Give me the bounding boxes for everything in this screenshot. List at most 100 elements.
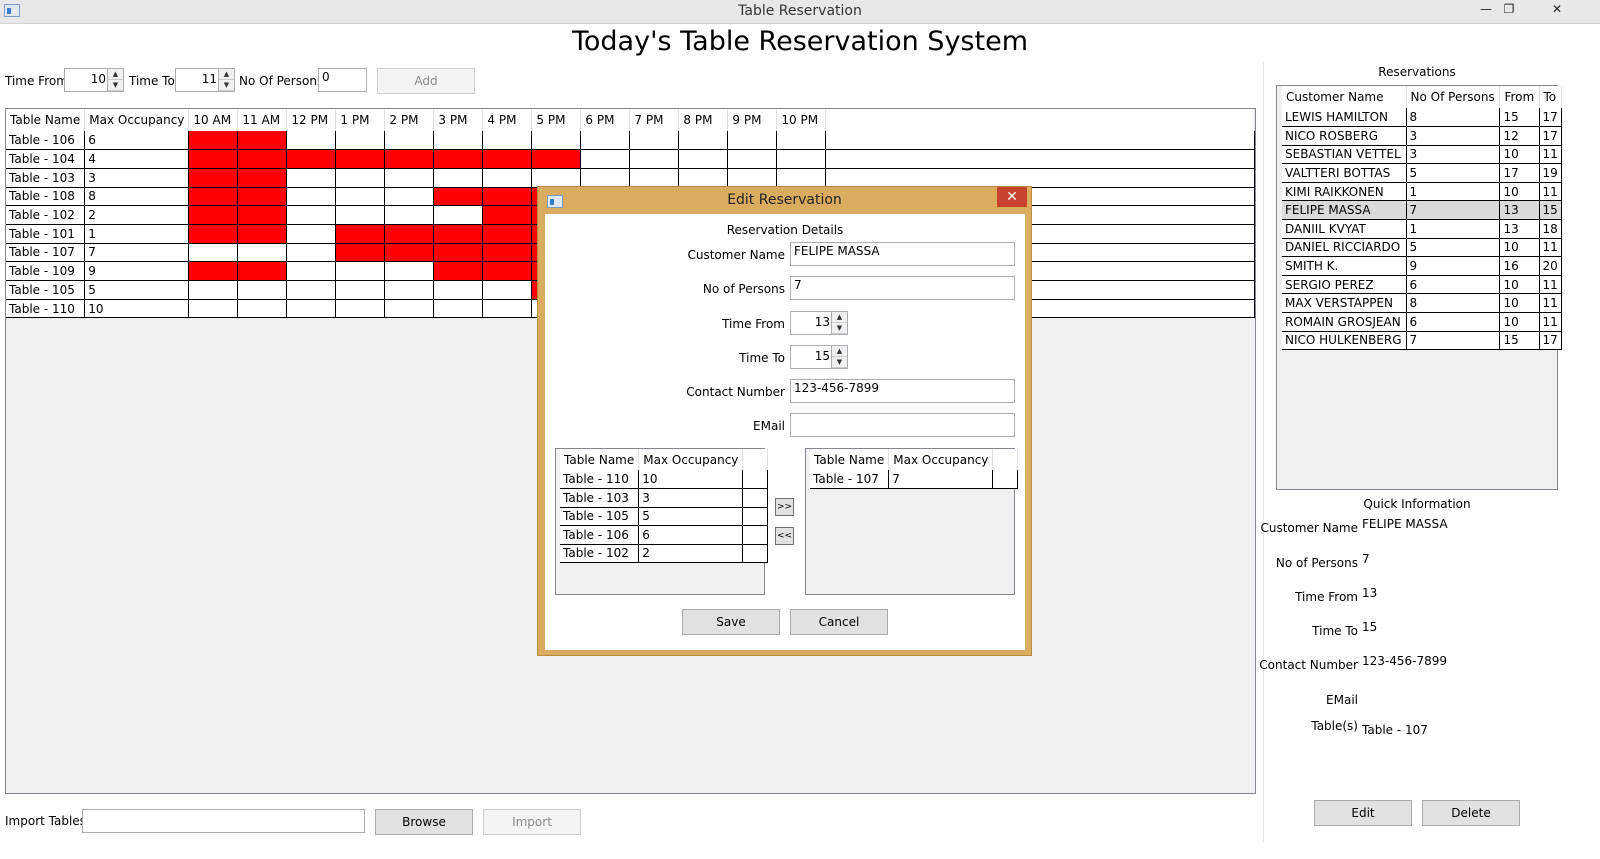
available-tables-grid[interactable]: Table Name Max Occupancy Table - 110 10 Tab… <box>555 448 768 595</box>
reservation-from-cell[interactable]: 10 <box>1499 238 1540 258</box>
reservation-row[interactable]: VALTTERI BOTTAS 5 17 19 <box>1282 163 1563 183</box>
occupancy-cell[interactable]: 2 <box>638 544 744 563</box>
list-item[interactable]: Table - 107 7 <box>810 470 1018 489</box>
list-item[interactable]: Table - 105 5 <box>560 507 768 526</box>
spin-up-icon[interactable]: ▲ <box>108 69 123 80</box>
reservation-to-cell[interactable]: 17 <box>1539 126 1563 146</box>
free-slot-cell[interactable] <box>335 131 386 151</box>
edit-button[interactable]: Edit <box>1314 800 1412 826</box>
reservation-row[interactable]: SEBASTIAN VETTEL 3 10 11 <box>1282 145 1563 165</box>
list-item[interactable]: Table - 110 10 <box>560 470 768 489</box>
reservation-to-cell[interactable]: 19 <box>1539 163 1563 183</box>
reservation-from-cell[interactable]: 15 <box>1499 331 1540 351</box>
free-slot-cell[interactable] <box>776 168 827 188</box>
reservation-name-cell[interactable]: DANIEL RICCIARDO <box>1282 238 1407 258</box>
column-header[interactable]: Max Occupancy <box>888 449 994 470</box>
reservation-persons-cell[interactable]: 7 <box>1406 200 1501 221</box>
reservation-name-cell[interactable]: ROMAIN GROSJEAN <box>1282 312 1407 332</box>
column-header[interactable]: 5 PM <box>531 109 582 131</box>
free-slot-cell[interactable] <box>384 187 435 207</box>
reservation-row[interactable]: DANIEL RICCIARDO 5 10 11 <box>1282 238 1563 258</box>
free-slot-cell[interactable] <box>580 168 631 188</box>
reservation-persons-cell[interactable]: 9 <box>1406 256 1501 276</box>
reserved-slot-cell[interactable] <box>482 187 533 207</box>
column-header[interactable]: 8 PM <box>678 109 729 131</box>
column-header[interactable]: From <box>1499 86 1540 108</box>
time-from-stepper[interactable]: 10 ▲ ▼ <box>64 68 124 92</box>
column-header[interactable]: Max Occupancy <box>638 449 744 470</box>
reserved-slot-cell[interactable] <box>188 261 239 281</box>
table-name-cell[interactable]: Table - 102 <box>560 544 640 563</box>
free-slot-cell[interactable] <box>286 224 337 244</box>
reserved-slot-cell[interactable] <box>433 261 484 281</box>
reserved-slot-cell[interactable] <box>482 149 533 169</box>
reservation-to-cell[interactable]: 11 <box>1539 275 1563 295</box>
free-slot-cell[interactable] <box>384 168 435 188</box>
reservation-to-cell[interactable]: 11 <box>1539 238 1563 258</box>
free-slot-cell[interactable] <box>678 149 729 169</box>
free-slot-cell[interactable] <box>335 261 386 281</box>
free-slot-cell[interactable] <box>335 299 386 319</box>
reservation-row[interactable]: SMITH K. 9 16 20 <box>1282 256 1563 276</box>
spin-down-icon[interactable]: ▼ <box>832 323 847 334</box>
free-slot-cell[interactable] <box>531 131 582 151</box>
occupancy-cell[interactable]: 5 <box>84 280 190 300</box>
free-slot-cell[interactable] <box>727 131 778 151</box>
column-header[interactable]: 11 AM <box>237 109 288 131</box>
free-slot-cell[interactable] <box>433 280 484 300</box>
reservation-name-cell[interactable]: KIMI RAIKKONEN <box>1282 182 1407 202</box>
reservation-from-cell[interactable]: 16 <box>1499 256 1540 276</box>
occupancy-cell[interactable]: 10 <box>638 470 744 489</box>
reservation-row[interactable]: MAX VERSTAPPEN 8 10 11 <box>1282 293 1563 314</box>
free-slot-cell[interactable] <box>188 243 239 263</box>
table-name-cell[interactable]: Table - 102 <box>6 205 86 225</box>
reserved-slot-cell[interactable] <box>482 261 533 281</box>
delete-button[interactable]: Delete <box>1422 800 1520 826</box>
reserved-slot-cell[interactable] <box>188 187 239 207</box>
occupancy-cell[interactable]: 7 <box>888 470 994 489</box>
free-slot-cell[interactable] <box>482 299 533 319</box>
free-slot-cell[interactable] <box>384 205 435 225</box>
free-slot-cell[interactable] <box>727 149 778 169</box>
reservation-to-cell[interactable]: 15 <box>1539 200 1563 221</box>
reserved-slot-cell[interactable] <box>188 149 239 169</box>
reservation-persons-cell[interactable]: 3 <box>1406 126 1501 146</box>
table-name-cell[interactable]: Table - 107 <box>810 470 890 489</box>
dialog-close-icon[interactable]: ✕ <box>997 187 1027 207</box>
cancel-button[interactable]: Cancel <box>790 609 888 635</box>
table-name-cell[interactable]: Table - 103 <box>6 168 86 188</box>
free-slot-cell[interactable] <box>384 299 435 319</box>
free-slot-cell[interactable] <box>188 299 239 319</box>
reservation-to-cell[interactable]: 11 <box>1539 312 1563 332</box>
reservation-row[interactable]: NICO ROSBERG 3 12 17 <box>1282 126 1563 146</box>
free-slot-cell[interactable] <box>629 131 680 151</box>
time-to-stepper[interactable]: 11 ▲ ▼ <box>175 68 235 92</box>
free-slot-cell[interactable] <box>286 131 337 151</box>
occupancy-cell[interactable]: 5 <box>638 507 744 526</box>
table-row[interactable]: Table - 106 6 <box>6 131 1255 151</box>
table-name-cell[interactable]: Table - 109 <box>6 261 86 281</box>
reservation-persons-cell[interactable]: 1 <box>1406 219 1501 239</box>
reservation-name-cell[interactable]: NICO HULKENBERG <box>1282 331 1407 351</box>
spin-down-icon[interactable]: ▼ <box>219 80 234 91</box>
reserved-slot-cell[interactable] <box>335 243 386 263</box>
add-button[interactable]: Add <box>377 68 475 94</box>
reservation-from-cell[interactable]: 10 <box>1499 312 1540 332</box>
minimize-icon[interactable]: — <box>1474 2 1498 20</box>
reservation-from-cell[interactable]: 10 <box>1499 145 1540 165</box>
reservation-to-cell[interactable]: 11 <box>1539 145 1563 165</box>
reservation-persons-cell[interactable]: 5 <box>1406 238 1501 258</box>
reserved-slot-cell[interactable] <box>433 224 484 244</box>
reservation-name-cell[interactable]: LEWIS HAMILTON <box>1282 108 1407 128</box>
table-row[interactable]: Table - 103 3 <box>6 168 1255 188</box>
reservation-from-cell[interactable]: 13 <box>1499 200 1540 221</box>
reserved-slot-cell[interactable] <box>335 224 386 244</box>
import-button[interactable]: Import <box>483 809 581 835</box>
reservation-name-cell[interactable]: DANIIL KVYAT <box>1282 219 1407 239</box>
column-header[interactable]: 4 PM <box>482 109 533 131</box>
free-slot-cell[interactable] <box>776 131 827 151</box>
spin-down-icon[interactable]: ▼ <box>832 357 847 368</box>
column-header[interactable]: Table Name <box>560 449 640 470</box>
table-name-cell[interactable]: Table - 108 <box>6 187 86 207</box>
column-header[interactable]: 1 PM <box>335 109 386 131</box>
